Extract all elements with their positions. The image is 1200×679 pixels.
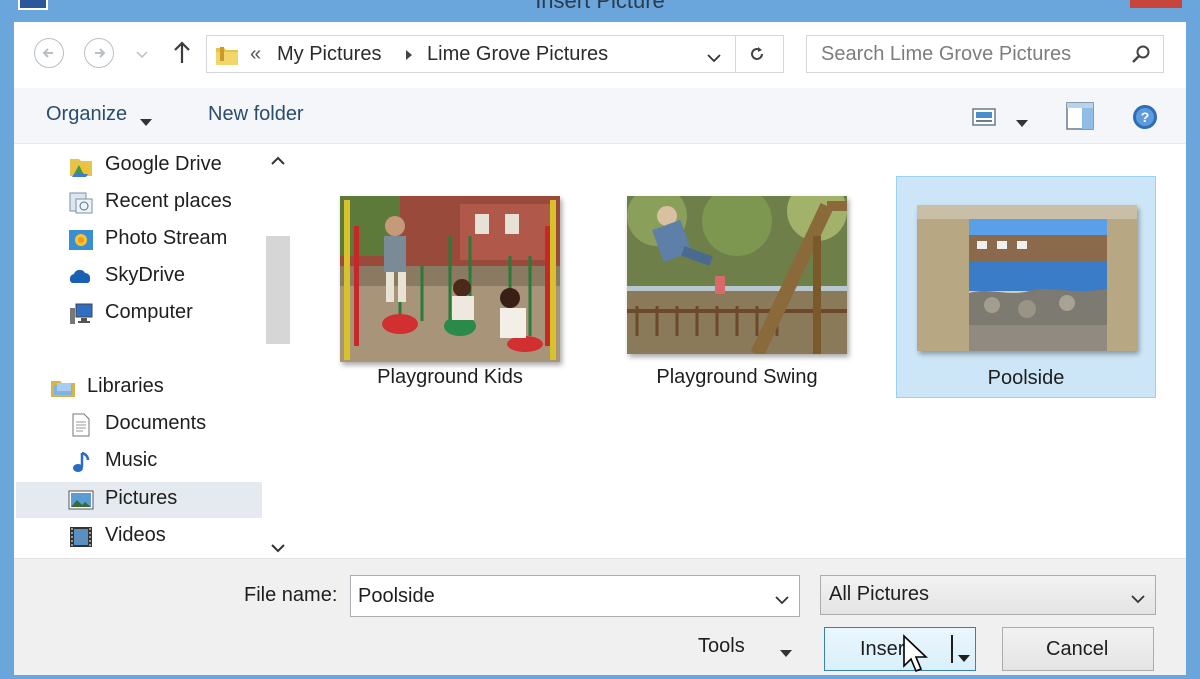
file-name-chevron-down-icon[interactable]	[775, 592, 789, 610]
file-tile-playground-swing[interactable]: Playground Swing	[607, 176, 867, 398]
help-icon[interactable]: ?	[1132, 104, 1158, 135]
breadcrumb-lime-grove-pictures[interactable]: Lime Grove Pictures	[427, 43, 608, 66]
insert-options-chevron-down-icon[interactable]	[958, 645, 970, 668]
address-history-chevron-down-icon[interactable]	[707, 50, 721, 68]
new-folder-button[interactable]: New folder	[208, 103, 304, 126]
file-name-input[interactable]: Poolside	[350, 575, 800, 617]
recent-places-icon	[68, 191, 94, 215]
sidebar-item-documents[interactable]: Documents	[16, 407, 262, 443]
title-bar: Insert Picture	[0, 0, 1200, 22]
folder-icon	[215, 44, 239, 71]
file-list: Playground Kids Playground Swing Poolsid…	[292, 144, 1186, 558]
address-bar[interactable]: « My Pictures Lime Grove Pictures	[206, 35, 784, 73]
insert-picture-dialog: « My Pictures Lime Grove Pictures Search…	[14, 22, 1186, 675]
cancel-button[interactable]: Cancel	[1002, 627, 1154, 671]
playground-kids-thumbnail	[340, 196, 560, 362]
pictures-icon	[68, 488, 94, 512]
search-input[interactable]: Search Lime Grove Pictures	[821, 43, 1071, 66]
scroll-up-chevron-icon[interactable]	[271, 152, 285, 170]
sidebar-item-libraries[interactable]: Libraries	[16, 370, 262, 406]
sidebar-item-google-drive[interactable]: Google Drive	[16, 148, 262, 184]
scroll-down-chevron-icon[interactable]	[271, 540, 285, 558]
sidebar-item-skydrive[interactable]: SkyDrive	[16, 259, 262, 295]
scrollbar-thumb[interactable]	[266, 236, 290, 344]
poolside-thumbnail	[917, 205, 1137, 351]
forward-arrow-icon[interactable]	[84, 38, 114, 68]
view-options-icon[interactable]	[972, 108, 996, 131]
documents-icon	[68, 413, 94, 437]
view-chevron-down-icon[interactable]	[1016, 114, 1028, 132]
breadcrumb-chevron-right-icon[interactable]	[405, 48, 413, 66]
file-tile-poolside[interactable]: Poolside	[896, 176, 1156, 398]
navigation-pane: Google Drive Recent places Photo Stream …	[14, 144, 292, 558]
sidebar-item-label: Documents	[105, 412, 207, 434]
sidebar-item-label: Pictures	[105, 487, 178, 509]
preview-pane-icon[interactable]	[1066, 102, 1094, 135]
music-icon	[68, 450, 94, 474]
computer-icon	[68, 302, 94, 326]
google-drive-icon	[68, 154, 94, 178]
videos-icon	[68, 525, 94, 549]
organize-button[interactable]: Organize	[46, 103, 127, 126]
file-name-label: Playground Kids	[377, 366, 523, 388]
file-name-value[interactable]: Poolside	[358, 585, 435, 608]
search-icon[interactable]	[1131, 44, 1151, 69]
cancel-button-label: Cancel	[1046, 638, 1109, 660]
file-name-label: File name:	[244, 584, 338, 606]
insert-button[interactable]: Insert	[824, 627, 976, 671]
skydrive-icon	[68, 265, 94, 289]
refresh-icon[interactable]	[747, 44, 767, 69]
close-button[interactable]	[1130, 0, 1182, 8]
file-name-label: Poolside	[987, 367, 1065, 389]
sidebar-item-recent-places[interactable]: Recent places	[16, 185, 262, 221]
sidebar-item-label: Photo Stream	[105, 227, 228, 249]
sidebar-item-videos[interactable]: Videos	[16, 519, 262, 555]
sidebar-item-label: SkyDrive	[105, 264, 186, 286]
insert-split-divider	[951, 635, 953, 663]
file-type-chevron-down-icon[interactable]	[1131, 591, 1145, 609]
address-divider	[735, 36, 736, 72]
sidebar-item-music[interactable]: Music	[16, 444, 262, 480]
sidebar-item-photo-stream[interactable]: Photo Stream	[16, 222, 262, 258]
back-arrow-icon[interactable]	[34, 38, 64, 68]
file-tile-playground-kids[interactable]: Playground Kids	[320, 176, 580, 398]
sidebar-item-label: Videos	[105, 524, 166, 546]
command-toolbar: Organize New folder ?	[14, 88, 1186, 144]
recent-locations-chevron-down-icon[interactable]	[136, 46, 148, 64]
file-name-label: Playground Swing	[656, 366, 818, 388]
address-overflow[interactable]: «	[250, 43, 261, 66]
breadcrumb-my-pictures[interactable]: My Pictures	[277, 43, 381, 66]
sidebar-item-computer[interactable]: Computer	[16, 296, 262, 332]
up-arrow-icon[interactable]	[172, 39, 192, 70]
tools-chevron-down-icon[interactable]	[780, 644, 792, 662]
mouse-cursor-icon	[902, 634, 930, 679]
tools-button[interactable]: Tools	[698, 635, 745, 658]
file-type-value: All Pictures	[829, 583, 930, 605]
playground-swing-thumbnail	[627, 196, 847, 354]
sidebar-item-label: Music	[105, 449, 158, 471]
dialog-footer: File name: Poolside All Pictures Tools I…	[14, 558, 1186, 675]
search-box[interactable]: Search Lime Grove Pictures	[806, 35, 1164, 73]
sidebar-item-label: Computer	[105, 301, 193, 323]
sidebar-item-label: Google Drive	[105, 153, 222, 175]
sidebar-item-label: Libraries	[87, 375, 164, 397]
sidebar-item-pictures[interactable]: Pictures	[16, 482, 262, 518]
navigation-bar: « My Pictures Lime Grove Pictures Search…	[14, 22, 1186, 88]
libraries-icon	[50, 376, 76, 400]
photo-stream-icon	[68, 228, 94, 252]
file-type-select[interactable]: All Pictures	[820, 575, 1156, 615]
organize-chevron-down-icon[interactable]	[140, 113, 152, 131]
svg-text:?: ?	[1141, 109, 1150, 125]
dialog-title: Insert Picture	[535, 0, 665, 13]
navigation-scrollbar[interactable]	[264, 144, 292, 558]
sidebar-item-label: Recent places	[105, 190, 232, 212]
